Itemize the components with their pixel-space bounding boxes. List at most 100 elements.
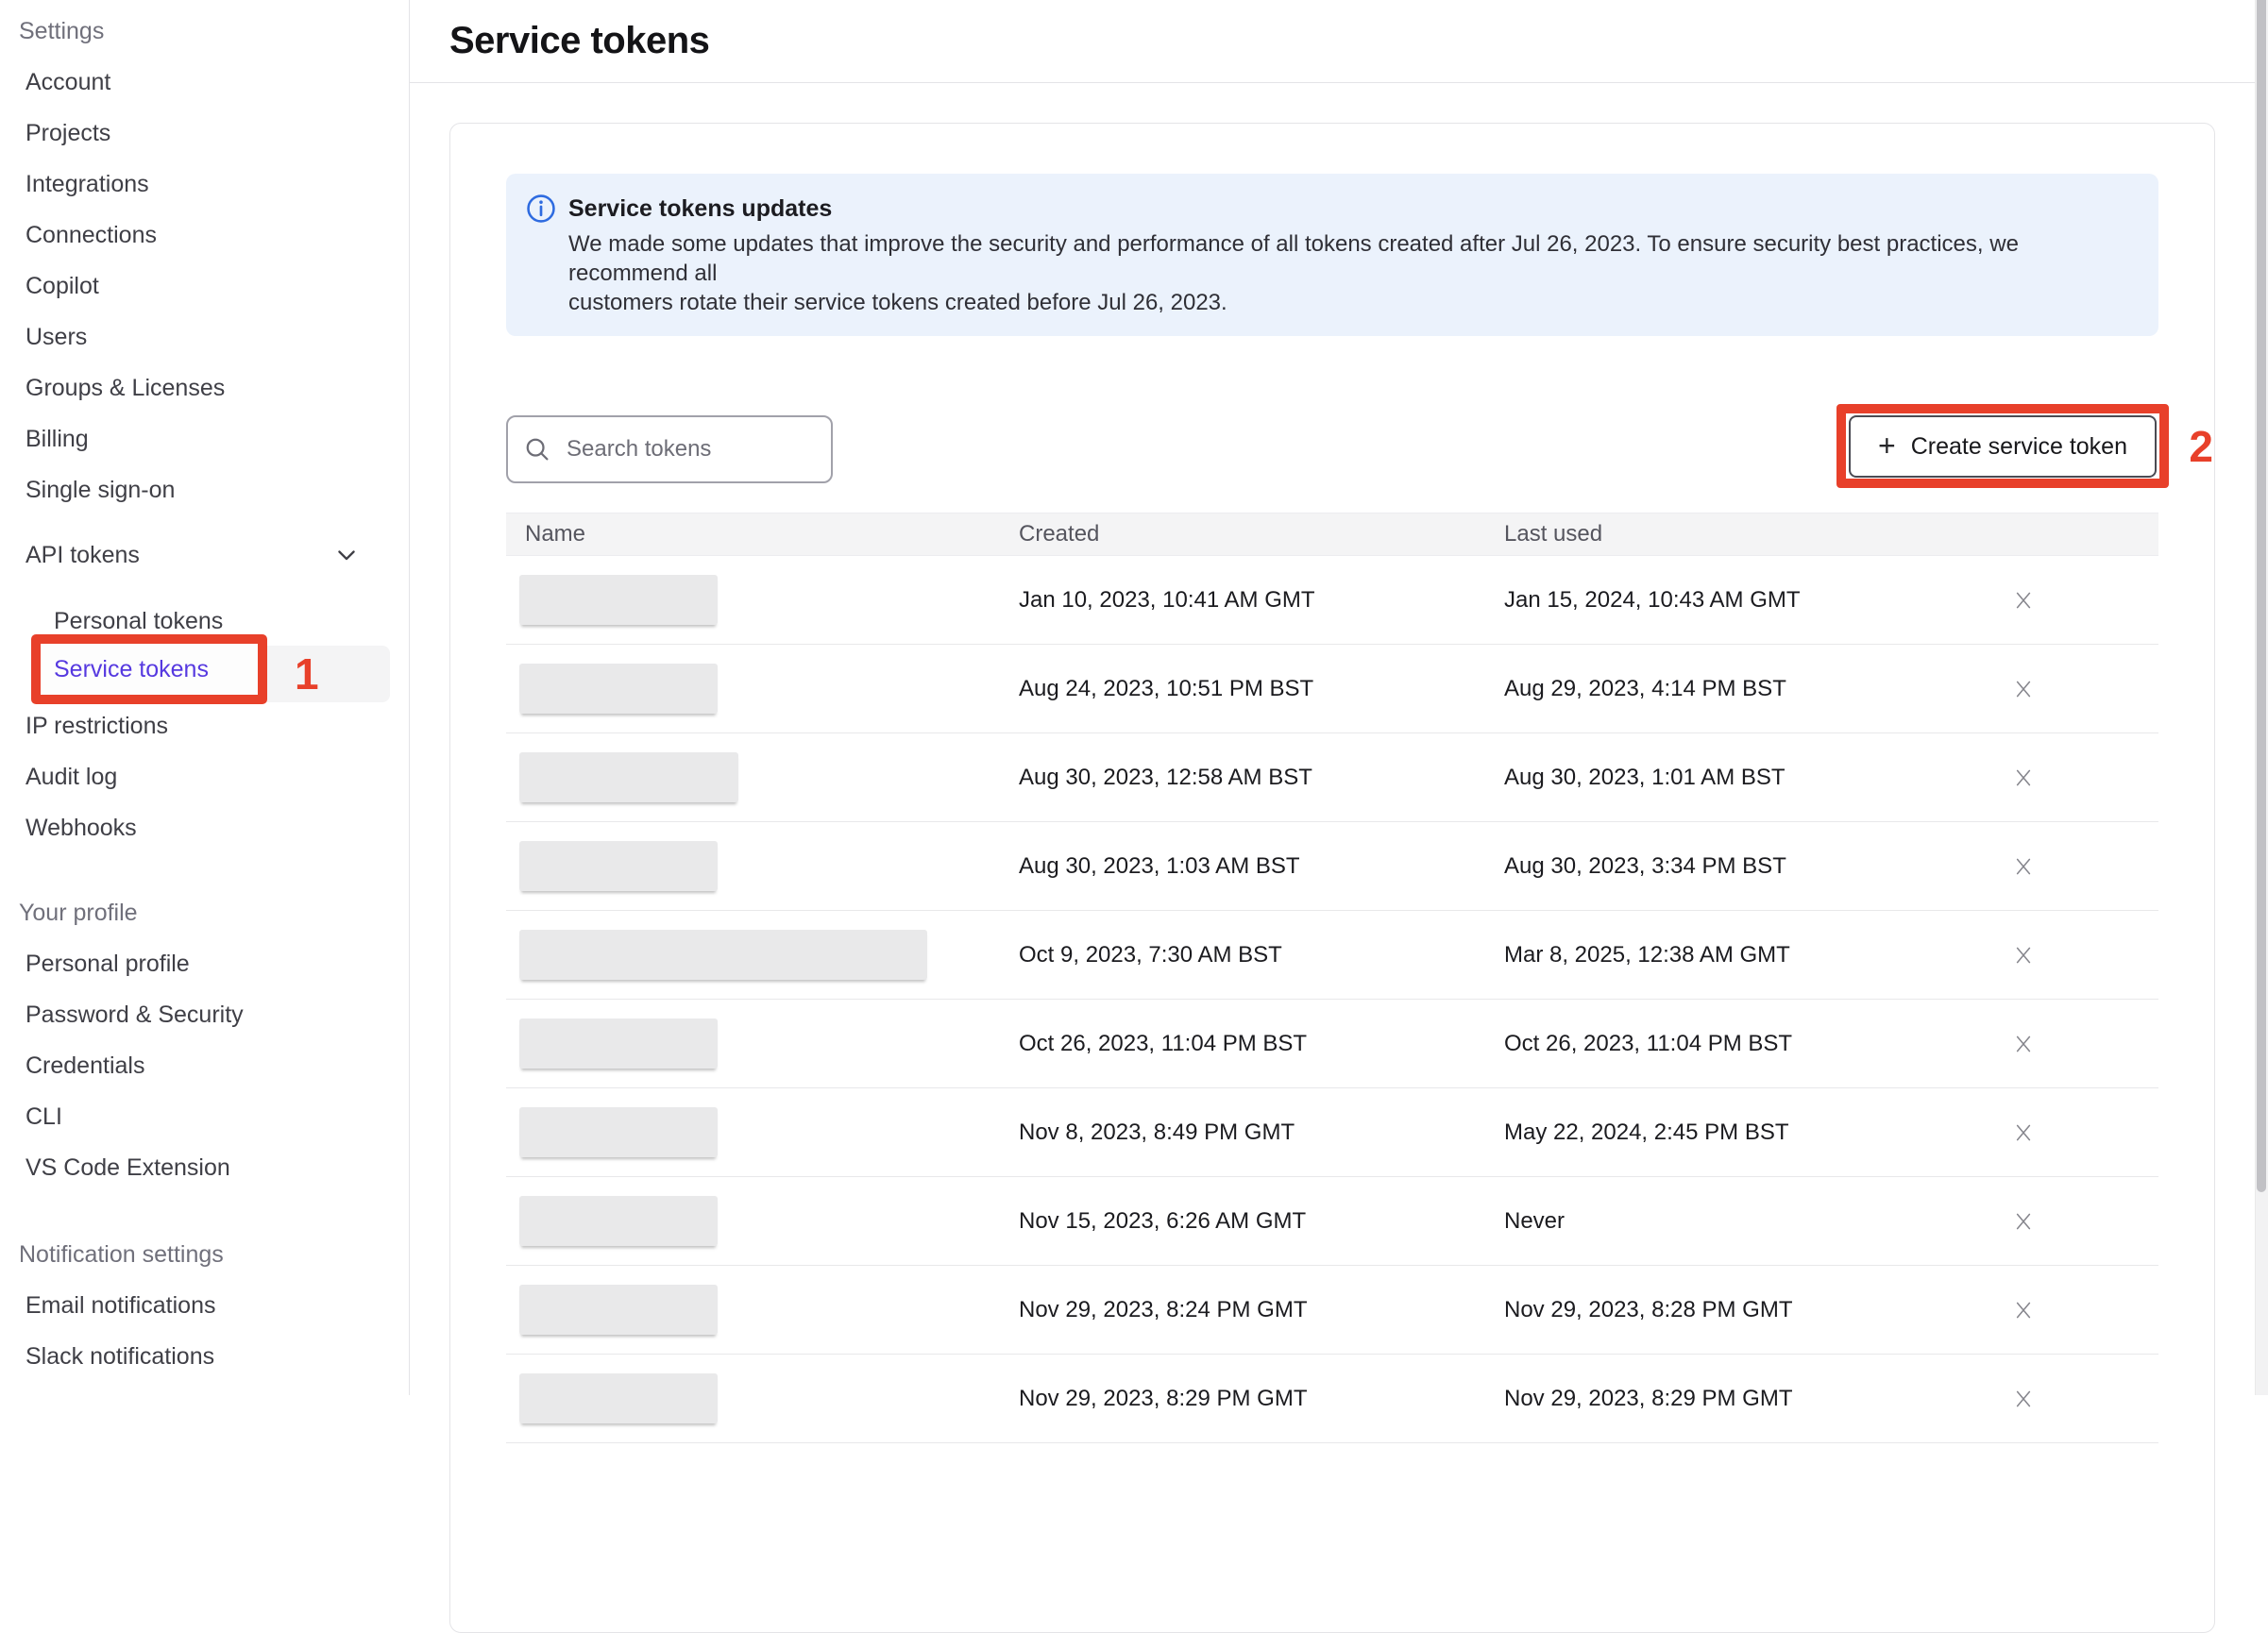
sidebar-item-projects[interactable]: Projects — [0, 108, 409, 159]
name-cell — [506, 841, 1019, 891]
banner-body-line2: customers rotate their service tokens cr… — [568, 290, 1227, 315]
delete-token-button[interactable] — [2009, 1207, 2038, 1236]
token-name-redacted — [519, 1285, 718, 1335]
sidebar-item-label: IP restrictions — [25, 713, 168, 740]
sidebar-item-label: Personal profile — [25, 951, 190, 978]
last-used-cell: Mar 8, 2025, 12:38 AM GMT — [1504, 942, 1936, 968]
created-cell: Oct 9, 2023, 7:30 AM BST — [1019, 942, 1504, 968]
last-used-cell: Aug 29, 2023, 4:14 PM BST — [1504, 676, 1936, 702]
sidebar-item-label: CLI — [25, 1103, 62, 1131]
annotation-step-number-2: 2 — [2189, 421, 2213, 472]
info-icon — [525, 193, 557, 225]
delete-token-button[interactable] — [2009, 764, 2038, 792]
delete-token-button[interactable] — [2009, 852, 2038, 881]
actions-cell — [1936, 1296, 2158, 1324]
sidebar-item-cli[interactable]: CLI — [0, 1091, 409, 1142]
scrollbar-track[interactable] — [2255, 0, 2268, 1395]
sidebar-item-single-sign-on[interactable]: Single sign-on — [0, 464, 409, 515]
sidebar-item-personal-profile[interactable]: Personal profile — [0, 938, 409, 989]
close-icon — [2010, 1297, 2037, 1323]
created-cell: Aug 30, 2023, 1:03 AM BST — [1019, 853, 1504, 880]
token-table: Name Created Last used Jan 10, 2023, 10:… — [506, 513, 2158, 1443]
delete-token-button[interactable] — [2009, 675, 2038, 703]
table-row: Oct 26, 2023, 11:04 PM BST Oct 26, 2023,… — [506, 1000, 2158, 1088]
column-header-last-used: Last used — [1504, 521, 1936, 547]
sidebar-item-label: Email notifications — [25, 1292, 215, 1320]
sidebar-item-label: Users — [25, 324, 87, 351]
sidebar-item-label: API tokens — [25, 542, 140, 569]
created-cell: Nov 8, 2023, 8:49 PM GMT — [1019, 1120, 1504, 1146]
banner-body: We made some updates that improve the se… — [568, 229, 2041, 317]
delete-token-button[interactable] — [2009, 1296, 2038, 1324]
last-used-cell: Nov 29, 2023, 8:28 PM GMT — [1504, 1297, 1936, 1323]
sidebar-item-account[interactable]: Account — [0, 57, 409, 108]
sidebar-item-webhooks[interactable]: Webhooks — [0, 802, 409, 853]
created-cell: Jan 10, 2023, 10:41 AM GMT — [1019, 587, 1504, 614]
actions-cell — [1936, 764, 2158, 792]
chevron-down-icon — [333, 542, 360, 568]
created-cell: Nov 29, 2023, 8:29 PM GMT — [1019, 1386, 1504, 1412]
sidebar-item-audit-log[interactable]: Audit log — [0, 751, 409, 802]
search-icon — [523, 435, 551, 463]
sidebar-item-ip-restrictions[interactable]: IP restrictions — [0, 700, 409, 751]
sidebar-item-label: Account — [25, 69, 110, 96]
create-service-token-button[interactable]: + Create service token — [1849, 415, 2157, 478]
close-icon — [2010, 1208, 2037, 1235]
sidebar-item-billing[interactable]: Billing — [0, 413, 409, 464]
token-name-redacted — [519, 1107, 718, 1157]
actions-cell — [1936, 1385, 2158, 1413]
sidebar-item-copilot[interactable]: Copilot — [0, 261, 409, 311]
sidebar-item-label: Projects — [25, 120, 110, 147]
sidebar-item-service-tokens[interactable]: Service tokens1 — [0, 648, 409, 700]
settings-sidebar: SettingsAccountProjectsIntegrationsConne… — [0, 0, 410, 1395]
delete-token-button[interactable] — [2009, 586, 2038, 614]
close-icon — [2010, 587, 2037, 614]
sidebar-item-integrations[interactable]: Integrations — [0, 159, 409, 210]
info-banner-header: Service tokens updates — [525, 193, 2136, 225]
created-cell: Aug 30, 2023, 12:58 AM BST — [1019, 765, 1504, 791]
table-row: Aug 30, 2023, 1:03 AM BST Aug 30, 2023, … — [506, 822, 2158, 911]
table-header: Name Created Last used — [506, 513, 2158, 556]
table-row: Jan 10, 2023, 10:41 AM GMT Jan 15, 2024,… — [506, 556, 2158, 645]
sidebar-nav: SettingsAccountProjectsIntegrationsConne… — [0, 6, 409, 1382]
sidebar-item-label: Connections — [25, 222, 157, 249]
scrollbar-thumb[interactable] — [2257, 0, 2266, 1192]
delete-token-button[interactable] — [2009, 1119, 2038, 1147]
search-box[interactable] — [506, 415, 833, 483]
sidebar-item-connections[interactable]: Connections — [0, 210, 409, 261]
sidebar-item-label: Groups & Licenses — [25, 375, 225, 402]
token-name-redacted — [519, 752, 738, 802]
last-used-cell: Aug 30, 2023, 1:01 AM BST — [1504, 765, 1936, 791]
banner-title: Service tokens updates — [568, 195, 832, 223]
delete-token-button[interactable] — [2009, 1030, 2038, 1058]
search-input[interactable] — [565, 435, 816, 463]
info-banner: Service tokens updates We made some upda… — [506, 174, 2158, 336]
delete-token-button[interactable] — [2009, 941, 2038, 969]
sidebar-item-email-notifications[interactable]: Email notifications — [0, 1280, 409, 1331]
actions-cell — [1936, 1119, 2158, 1147]
sidebar-item-vs-code-extension[interactable]: VS Code Extension — [0, 1142, 409, 1193]
sidebar-item-groups-licenses[interactable]: Groups & Licenses — [0, 362, 409, 413]
sidebar-item-api-tokens[interactable]: API tokens — [0, 530, 409, 581]
last-used-cell: Oct 26, 2023, 11:04 PM BST — [1504, 1031, 1936, 1057]
actions-cell — [1936, 1207, 2158, 1236]
token-name-redacted — [519, 664, 718, 714]
page-title: Service tokens — [449, 20, 709, 62]
create-button-label: Create service token — [1911, 433, 2127, 461]
table-row: Nov 29, 2023, 8:29 PM GMT Nov 29, 2023, … — [506, 1355, 2158, 1443]
sidebar-item-users[interactable]: Users — [0, 311, 409, 362]
table-row: Aug 30, 2023, 12:58 AM BST Aug 30, 2023,… — [506, 733, 2158, 822]
sidebar-item-credentials[interactable]: Credentials — [0, 1040, 409, 1091]
column-header-name: Name — [506, 521, 1019, 547]
page-header: Service tokens — [410, 0, 2268, 83]
banner-body-line1: We made some updates that improve the se… — [568, 231, 2019, 286]
sidebar-item-password-security[interactable]: Password & Security — [0, 989, 409, 1040]
created-cell: Nov 15, 2023, 6:26 AM GMT — [1019, 1208, 1504, 1235]
actions-cell — [1936, 1030, 2158, 1058]
table-row: Aug 24, 2023, 10:51 PM BST Aug 29, 2023,… — [506, 645, 2158, 733]
delete-token-button[interactable] — [2009, 1385, 2038, 1413]
table-row: Nov 29, 2023, 8:24 PM GMT Nov 29, 2023, … — [506, 1266, 2158, 1355]
sidebar-item-label: Personal tokens — [54, 608, 223, 635]
sidebar-item-slack-notifications[interactable]: Slack notifications — [0, 1331, 409, 1382]
close-icon — [2010, 1120, 2037, 1146]
